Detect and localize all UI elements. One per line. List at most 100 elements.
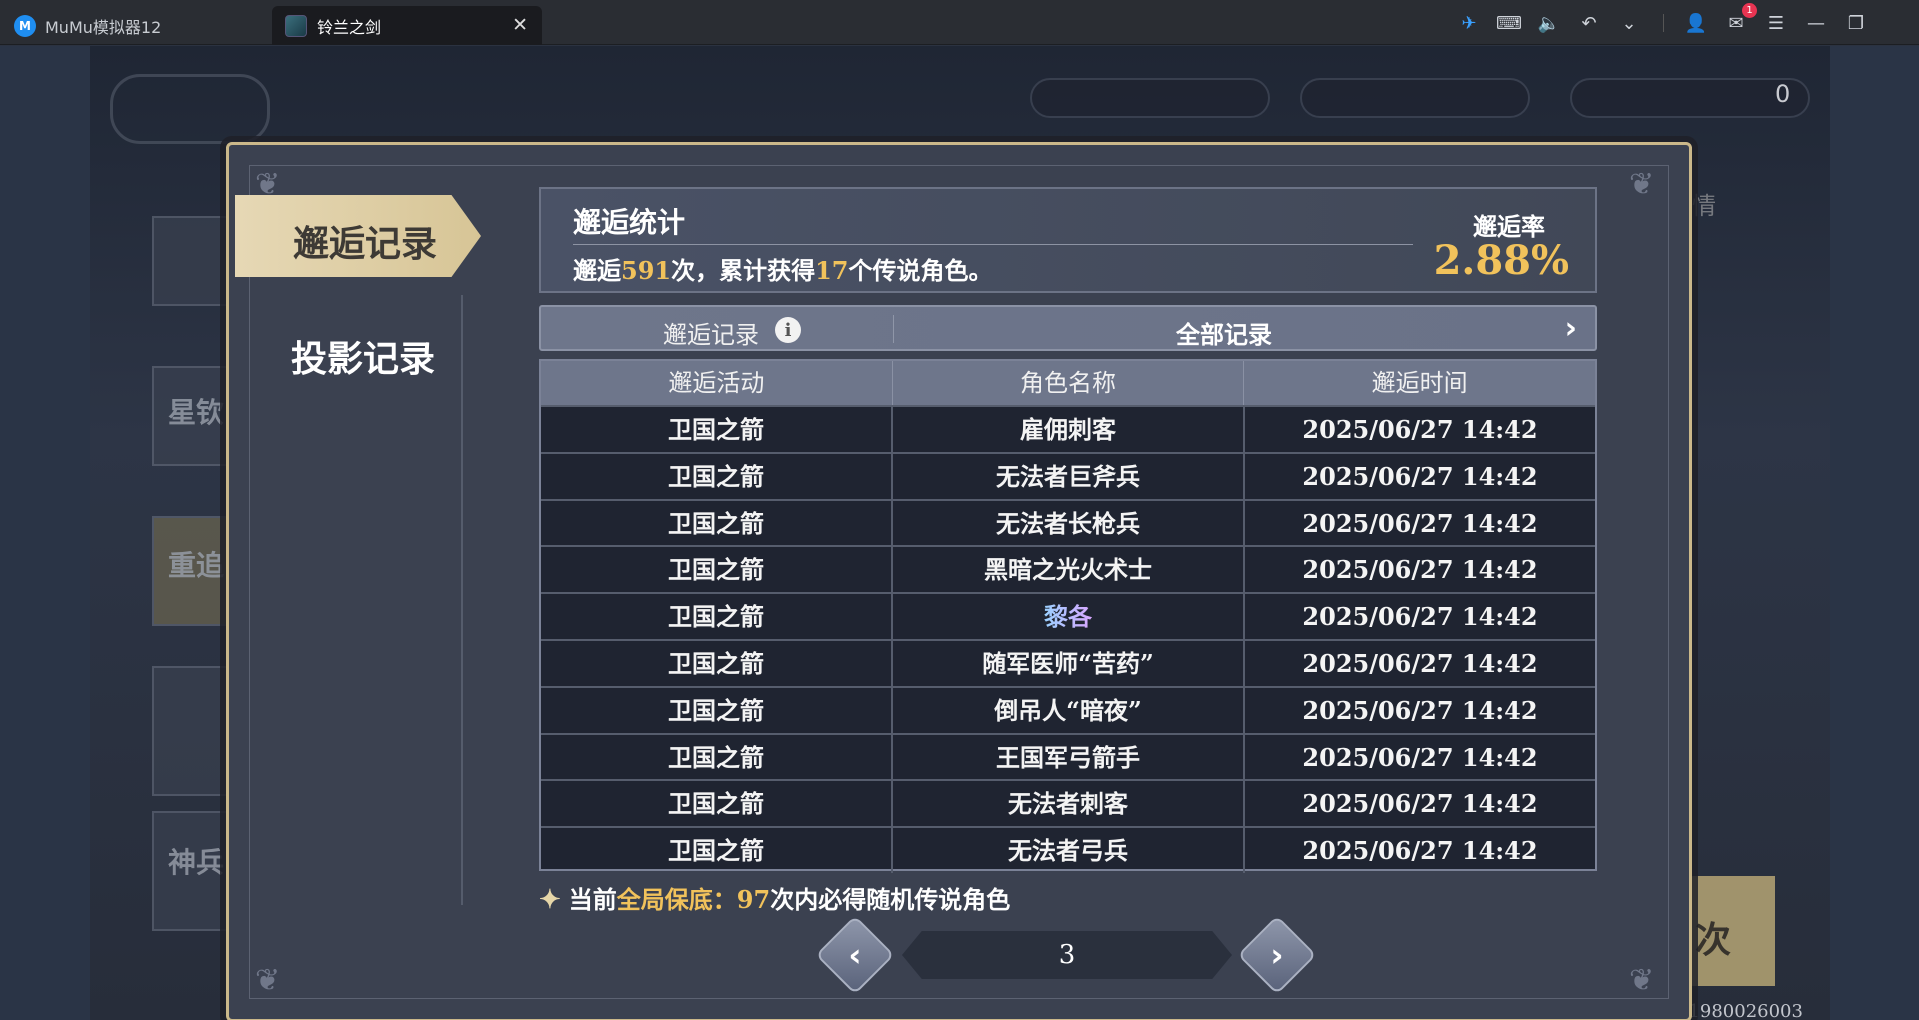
- cell-character: 倒吊人“暗夜”: [893, 687, 1245, 733]
- cell-time: 2025/06/27 14:42: [1302, 461, 1538, 491]
- nav-label: 邂逅记录: [293, 223, 438, 265]
- cell-character: 无法者巨斧兵: [893, 453, 1245, 499]
- table-row: 卫国之箭 雇佣刺客 2025/06/27 14:42: [541, 405, 1595, 452]
- summary-prefix: 邂逅: [573, 256, 621, 285]
- cell-activity: 卫国之箭: [541, 687, 893, 733]
- cell-activity: 卫国之箭: [541, 640, 893, 686]
- resource-pill: [1300, 78, 1530, 118]
- encounter-count: 591: [621, 256, 672, 285]
- mumu-logo-icon: M: [14, 14, 36, 37]
- cell-character: 随军医师“苦药”: [893, 640, 1245, 686]
- corner-ornament-icon: ❦: [255, 963, 281, 998]
- dropdown-icon[interactable]: ⌄: [1618, 12, 1640, 34]
- side-text: 重追: [168, 549, 225, 582]
- chevron-right-icon[interactable]: ›: [1565, 311, 1577, 346]
- table-row: 卫国之箭 黑暗之光火术士 2025/06/27 14:42: [541, 545, 1595, 593]
- next-page-button[interactable]: ›: [1237, 915, 1317, 995]
- cell-time: 2025/06/27 14:42: [1302, 648, 1538, 678]
- corner-ornament-icon: ❦: [1629, 167, 1655, 202]
- chevron-left-icon: ‹: [848, 936, 862, 974]
- pity-count: 97: [736, 885, 771, 914]
- volume-icon[interactable]: 🔈: [1538, 12, 1560, 34]
- table-row: 卫国之箭 王国军弓箭手 2025/06/27 14:42: [541, 732, 1595, 780]
- nav-divider: [461, 295, 463, 905]
- tab-game[interactable]: 铃兰之剑 ✕: [272, 6, 542, 45]
- rate-value: 2.88%: [1433, 237, 1569, 284]
- cell-time: 2025/06/27 14:42: [1302, 602, 1538, 632]
- emulator-titlebar: M MuMu模拟器12 铃兰之剑 ✕ ✈ ⌨ 🔈 ↶ ⌄ 👤 ✉ 1 ☰ — ❐: [0, 0, 1919, 45]
- header-activity: 邂逅活动: [541, 361, 893, 405]
- stats-summary: 邂逅591次，累计获得17个传说角色。: [573, 251, 993, 286]
- table-row: 卫国之箭 黎各 2025/06/27 14:42: [541, 592, 1595, 639]
- table-header: 邂逅活动 角色名称 邂逅时间: [541, 361, 1595, 405]
- encounter-stats-panel: 邂逅统计 邂逅591次，累计获得17个传说角色。 邂逅率 2.88%: [539, 187, 1597, 293]
- page-number: 3: [1058, 940, 1076, 970]
- cell-character: 无法者刺客: [893, 781, 1245, 827]
- undo-icon[interactable]: ↶: [1578, 12, 1600, 34]
- cell-time: 2025/06/27 14:42: [1302, 415, 1538, 444]
- cell-time: 2025/06/27 14:42: [1302, 789, 1538, 819]
- back-button[interactable]: [110, 74, 270, 144]
- game-viewport: 0 星钦 重追 神兵 情 次 UID 1980026003 ❦ ❦ ❦ ❦ 邂逅…: [0, 46, 1919, 1020]
- stats-divider: [573, 244, 1413, 245]
- tab-mumu-home[interactable]: M MuMu模拟器12: [0, 6, 272, 45]
- table-row: 卫国之箭 倒吊人“暗夜” 2025/06/27 14:42: [541, 685, 1595, 733]
- cell-activity: 卫国之箭: [541, 828, 893, 873]
- resource-pill: [1030, 78, 1270, 118]
- cell-character: 王国军弓箭手: [893, 734, 1245, 780]
- minimize-icon[interactable]: —: [1805, 12, 1827, 34]
- stats-title: 邂逅统计: [573, 206, 686, 239]
- summary-middle: 次，累计获得: [671, 256, 816, 285]
- tab-label: 铃兰之剑: [317, 17, 382, 37]
- cell-activity: 卫国之箭: [541, 547, 893, 593]
- cell-activity: 卫国之箭: [541, 500, 893, 546]
- letterbox-left: [0, 46, 90, 1020]
- close-icon[interactable]: ✕: [512, 14, 528, 36]
- tab-label: MuMu模拟器12: [45, 17, 162, 37]
- cell-activity: 卫国之箭: [541, 453, 893, 499]
- side-card: [152, 666, 232, 796]
- filter-selected[interactable]: 全部记录: [1176, 315, 1272, 350]
- pity-prefix: 当前: [568, 885, 617, 914]
- legend-count: 17: [815, 256, 849, 285]
- side-text: 神兵: [168, 846, 225, 879]
- letterbox-right: [1829, 46, 1919, 1020]
- nav-encounter-record[interactable]: 邂逅记录: [235, 195, 481, 277]
- cell-time: 2025/06/27 14:42: [1302, 508, 1538, 538]
- pity-suffix: 次内必得随机传说角色: [770, 885, 1011, 914]
- cell-time: 2025/06/27 14:42: [1302, 836, 1538, 866]
- header-time: 邂逅时间: [1371, 369, 1468, 397]
- filter-divider: [893, 315, 894, 343]
- sparkle-icon: ✦: [539, 885, 561, 915]
- encounter-record-dialog: ❦ ❦ ❦ ❦ 邂逅记录 投影记录 邂逅统计 邂逅591次，累计获得17个传说角…: [226, 142, 1692, 1020]
- keyboard-icon[interactable]: ⌨: [1496, 12, 1522, 34]
- cell-character: 黑暗之光火术士: [893, 547, 1245, 593]
- corner-ornament-icon: ❦: [1629, 963, 1655, 998]
- records-table: 邂逅活动 角色名称 邂逅时间 卫国之箭 雇佣刺客 2025/06/27 14:42 …: [539, 359, 1597, 873]
- side-card: [152, 216, 232, 306]
- cell-activity: 卫国之箭: [541, 407, 893, 452]
- nav-projection-record[interactable]: 投影记录: [291, 330, 435, 382]
- summon-button-label: 次: [1695, 920, 1732, 961]
- pity-info: ✦ 当前全局保底：97次内必得随机传说角色: [539, 880, 1010, 915]
- right-word: 情: [1692, 192, 1716, 220]
- user-icon[interactable]: 👤: [1685, 12, 1707, 34]
- resource-pill: [1570, 78, 1810, 118]
- cell-time: 2025/06/27 14:42: [1302, 695, 1538, 725]
- info-icon[interactable]: i: [775, 317, 801, 343]
- table-row: 卫国之箭 无法者长枪兵 2025/06/27 14:42: [541, 498, 1595, 546]
- restore-icon[interactable]: ❐: [1845, 12, 1867, 34]
- cell-character: 无法者长枪兵: [893, 500, 1245, 546]
- header-character: 角色名称: [893, 361, 1245, 405]
- cell-time: 2025/06/27 14:42: [1302, 742, 1538, 772]
- cell-character: 雇佣刺客: [893, 407, 1245, 452]
- table-row: 卫国之箭 随军医师“苦药” 2025/06/27 14:42: [541, 638, 1595, 686]
- page-indicator: 3: [902, 931, 1232, 979]
- filter-label: 邂逅记录: [663, 321, 759, 349]
- table-row: 卫国之箭 无法者弓兵 2025/06/27 14:42: [541, 826, 1595, 873]
- touch-icon[interactable]: ✈: [1458, 12, 1480, 34]
- game-icon: [285, 14, 307, 37]
- pity-highlight: 全局保底: [616, 885, 713, 914]
- menu-icon[interactable]: ☰: [1765, 12, 1787, 34]
- prev-page-button[interactable]: ‹: [815, 915, 895, 995]
